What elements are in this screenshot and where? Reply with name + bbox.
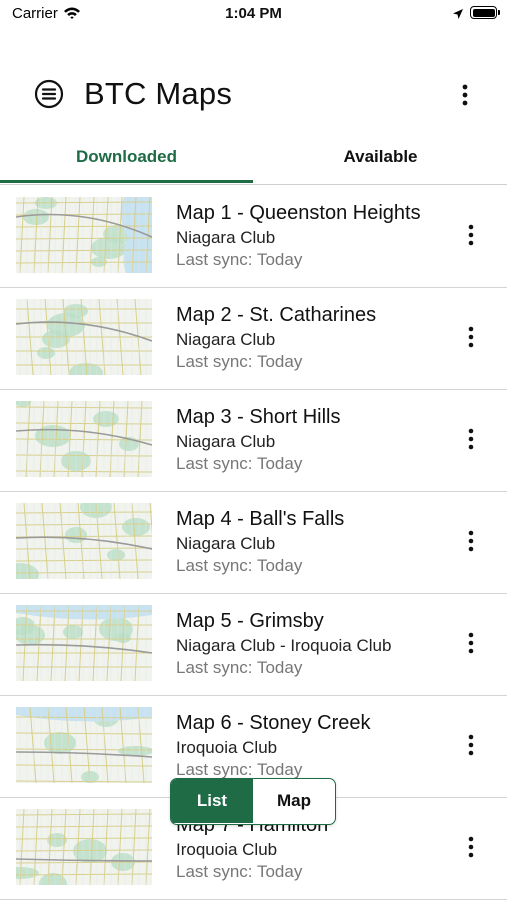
map-last-sync: Last sync: Today — [176, 454, 303, 473]
map-title: Map 2 - St. Catharines — [176, 304, 377, 326]
map-last-sync: Last sync: Today — [176, 556, 303, 575]
clock: 1:04 PM — [225, 5, 282, 22]
map-list-item[interactable]: Map 5 - Grimsby Niagara Club - Iroquoia C… — [0, 594, 507, 696]
map-title: Map 3 - Short Hills — [176, 406, 341, 428]
menu-icon[interactable] — [34, 79, 64, 109]
location-arrow-icon — [452, 7, 464, 25]
more-options-icon[interactable] — [462, 732, 480, 758]
more-options-icon[interactable] — [462, 426, 480, 452]
more-options-icon[interactable] — [462, 528, 480, 554]
tab-available[interactable]: Available — [254, 138, 507, 182]
map-last-sync: Last sync: Today — [176, 760, 303, 779]
map-club: Niagara Club — [176, 228, 276, 247]
more-options-icon[interactable] — [462, 630, 480, 656]
map-last-sync: Last sync: Today — [176, 862, 303, 881]
page-title: BTC Maps — [84, 76, 233, 111]
map-thumbnail — [16, 401, 152, 477]
app-header: BTC Maps — [0, 60, 507, 130]
list-view-button[interactable]: List — [171, 779, 253, 823]
map-title: Map 4 - Ball's Falls — [176, 508, 345, 530]
map-last-sync: Last sync: Today — [176, 250, 303, 269]
tab-bar: Downloaded Available — [0, 138, 507, 185]
map-list-item[interactable]: Map 4 - Ball's Falls Niagara Club Last syn… — [0, 492, 507, 594]
tab-downloaded[interactable]: Downloaded — [0, 138, 253, 182]
more-options-icon[interactable] — [455, 80, 475, 110]
more-options-icon[interactable] — [462, 834, 480, 860]
map-club: Niagara Club — [176, 330, 276, 349]
map-view-button[interactable]: Map — [253, 779, 335, 823]
map-title: Map 1 - Queenston Heights — [176, 202, 421, 224]
map-list-item[interactable]: Map 1 - Queenston Heights Niagara Club Las… — [0, 186, 507, 288]
active-tab-indicator — [0, 180, 253, 183]
map-club: Niagara Club — [176, 534, 276, 553]
map-club: Iroquoia Club — [176, 840, 278, 859]
map-club: Niagara Club - Iroquoia Club — [176, 636, 392, 655]
map-last-sync: Last sync: Today — [176, 352, 303, 371]
map-club: Iroquoia Club — [176, 738, 278, 757]
map-thumbnail — [16, 299, 152, 375]
view-toggle: List Map — [170, 778, 336, 825]
map-list-item[interactable]: Map 3 - Short Hills Niagara Club Last sync… — [0, 390, 507, 492]
more-options-icon[interactable] — [462, 324, 480, 350]
more-options-icon[interactable] — [462, 222, 480, 248]
map-thumbnail — [16, 197, 152, 273]
map-thumbnail — [16, 707, 152, 783]
map-list-item[interactable]: Map 2 - St. Catharines Niagara Club Last s… — [0, 288, 507, 390]
map-thumbnail — [16, 809, 152, 885]
map-title: Map 5 - Grimsby — [176, 610, 324, 632]
map-thumbnail — [16, 503, 152, 579]
status-bar: Carrier 1:04 PM — [0, 0, 507, 30]
map-thumbnail — [16, 605, 152, 681]
map-club: Niagara Club — [176, 432, 276, 451]
battery-icon — [470, 6, 500, 19]
map-last-sync: Last sync: Today — [176, 658, 303, 677]
map-title: Map 6 - Stoney Creek — [176, 712, 371, 734]
